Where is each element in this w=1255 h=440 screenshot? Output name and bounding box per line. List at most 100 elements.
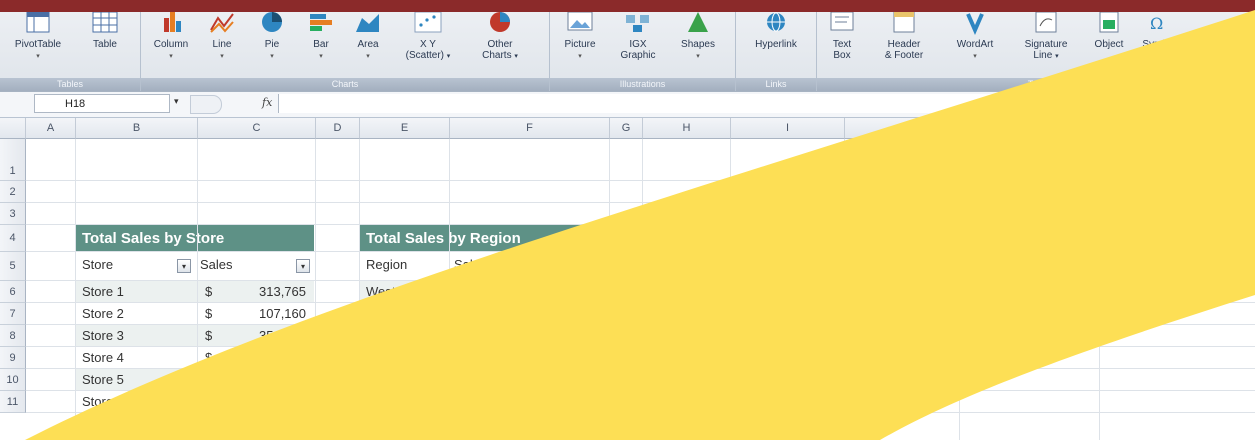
- pie-chart-icon: [262, 12, 282, 32]
- line-chart-icon: [210, 13, 234, 33]
- column-header-b[interactable]: B: [76, 118, 198, 139]
- column-header-h[interactable]: H: [643, 118, 731, 139]
- table-button[interactable]: Table: [80, 12, 130, 78]
- row-header-2[interactable]: 2: [0, 181, 26, 203]
- scatter-chart-button[interactable]: X Y (Scatter) ▾: [395, 12, 461, 78]
- row-header-5[interactable]: 5: [0, 252, 26, 281]
- pivottable-icon: [26, 12, 50, 33]
- filter-dropdown-icon[interactable]: ▾: [296, 259, 310, 273]
- bar-chart-button[interactable]: Bar ▾: [299, 12, 343, 78]
- column-header-d[interactable]: D: [316, 118, 360, 139]
- area-chart-button[interactable]: Area ▾: [345, 12, 391, 78]
- region-sales-header: Sales: [454, 257, 487, 272]
- other-charts-button[interactable]: Other Charts ▾: [467, 12, 533, 78]
- column-label: Column: [153, 39, 189, 50]
- gridline: [26, 412, 1255, 413]
- chevron-down-icon: ▾: [220, 53, 224, 60]
- table-label: Table: [93, 39, 117, 50]
- gridline: [26, 368, 1255, 369]
- links-group: Hyperlink Links: [736, 12, 817, 91]
- region-name-cell: West: [366, 284, 396, 299]
- name-box[interactable]: H18: [34, 94, 170, 113]
- picture-button[interactable]: Picture ▾: [556, 12, 604, 78]
- illustrations-group-label: Illustrations: [550, 78, 735, 91]
- signature-line-button[interactable]: Signature Line ▾: [1011, 12, 1081, 78]
- gridline: [197, 139, 198, 440]
- row-header-6[interactable]: 6: [0, 281, 26, 303]
- line-chart-button[interactable]: Line ▾: [199, 12, 245, 78]
- row-header-7[interactable]: 7: [0, 303, 26, 325]
- region-name-cell: Mid: [366, 328, 387, 343]
- currency-cell: $: [205, 350, 213, 365]
- wordart-button[interactable]: WordArt ▾: [945, 12, 1005, 78]
- chart-object[interactable]: [643, 225, 845, 347]
- picture-label: Picture: [564, 39, 596, 50]
- gridline: [26, 251, 1255, 252]
- area-chart-icon: [356, 14, 379, 32]
- formula-input[interactable]: [278, 94, 1255, 113]
- gridline: [26, 346, 1255, 347]
- column-header-a[interactable]: A: [26, 118, 76, 139]
- column-header-i[interactable]: I: [731, 118, 845, 139]
- smartart-icon: [626, 15, 649, 32]
- column-header-k[interactable]: K: [960, 118, 1100, 139]
- chevron-down-icon: ▾: [696, 53, 700, 60]
- smartart-button[interactable]: IGX Graphic: [610, 12, 666, 78]
- select-all-corner[interactable]: [0, 118, 26, 139]
- signature-label: Signature: [1024, 39, 1068, 50]
- row-header-1[interactable]: 1: [0, 139, 26, 181]
- shapes-button[interactable]: Shapes ▾: [670, 12, 726, 78]
- filter-dropdown-icon[interactable]: ▾: [177, 259, 191, 273]
- row-header-9[interactable]: 9: [0, 347, 26, 369]
- chevron-down-icon: ▾: [319, 53, 323, 60]
- store-name-cell: Store 6: [82, 394, 124, 409]
- svg-text:Ω: Ω: [1150, 14, 1163, 33]
- chevron-down-icon: ▾: [514, 53, 518, 60]
- pivottable-label: PivotTable: [14, 39, 62, 50]
- row-header-11[interactable]: 11: [0, 391, 26, 413]
- scatter-chart-icon: [414, 12, 442, 33]
- charts-group: Column ▾ Line ▾ Pie ▾ Bar ▾ Area ▾ X Y (…: [141, 12, 550, 91]
- pivottable-button[interactable]: PivotTable ▾: [6, 12, 70, 78]
- header-footer-button[interactable]: Header & Footer: [867, 12, 941, 78]
- gridline: [26, 324, 1255, 325]
- object-button[interactable]: Object: [1085, 12, 1133, 78]
- gridline: [642, 139, 643, 440]
- textbox-button[interactable]: Text Box: [823, 12, 861, 78]
- row-header-8[interactable]: 8: [0, 325, 26, 347]
- gridline: [730, 139, 731, 440]
- gridline: [75, 139, 76, 440]
- column-header-g[interactable]: G: [610, 118, 643, 139]
- header-footer-icon: [893, 12, 915, 33]
- worksheet-grid: Total Sales by Store Total Sales by Regi…: [0, 118, 1255, 440]
- column-header-f[interactable]: F: [450, 118, 610, 139]
- formula-bar-handle[interactable]: [190, 95, 222, 114]
- object-icon: [1099, 12, 1119, 33]
- links-group-label: Links: [736, 78, 816, 91]
- symbol-button[interactable]: Ω Symbol: [1135, 12, 1183, 78]
- xy-label: X Y: [420, 39, 436, 50]
- insert-function-icon[interactable]: fx: [262, 96, 272, 109]
- omega-icon: Ω: [1150, 14, 1163, 33]
- column-chart-button[interactable]: Column ▾: [145, 12, 197, 78]
- textbox-icon: [830, 12, 854, 31]
- column-header-c[interactable]: C: [198, 118, 316, 139]
- chevron-down-icon[interactable]: ▾: [174, 96, 179, 107]
- hyperlink-button[interactable]: Hyperlink: [740, 12, 812, 78]
- column-header-j[interactable]: J: [845, 118, 960, 139]
- column-header-e[interactable]: E: [360, 118, 450, 139]
- row-header-4[interactable]: 4: [0, 225, 26, 252]
- sales-value-cell: 313,765: [259, 284, 306, 299]
- shapes-icon: [688, 12, 708, 32]
- formula-bar: H18 ▾ fx: [0, 92, 1255, 118]
- currency-cell: $: [205, 306, 213, 321]
- row-header-3[interactable]: 3: [0, 203, 26, 225]
- wordart-icon: [966, 13, 984, 35]
- chevron-down-icon: ▾: [1055, 53, 1059, 60]
- pie-chart-button[interactable]: Pie ▾: [247, 12, 297, 78]
- wordart-label: WordArt: [956, 39, 994, 50]
- other-charts-icon: [490, 12, 510, 32]
- chevron-down-icon: ▾: [446, 53, 451, 60]
- symbol-label: Symbol: [1142, 39, 1176, 50]
- row-header-10[interactable]: 10: [0, 369, 26, 391]
